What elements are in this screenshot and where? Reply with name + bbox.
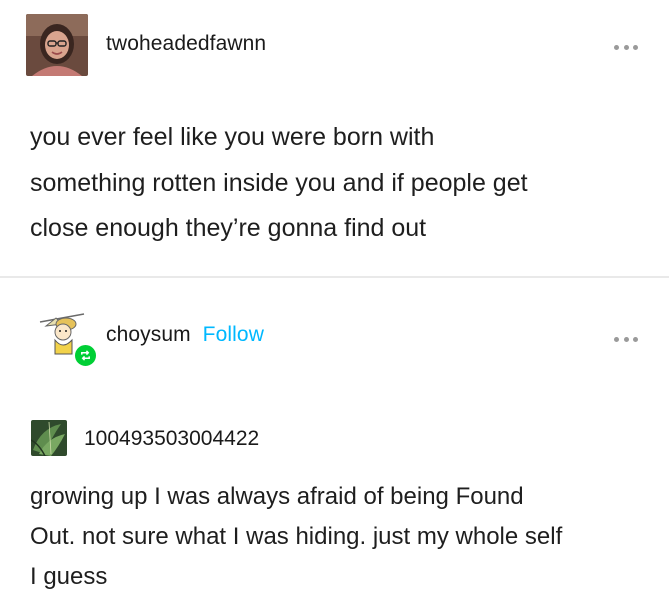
dot: [623, 44, 629, 50]
dot: [633, 44, 638, 50]
comment-author-username[interactable]: 100493503004422: [84, 427, 259, 451]
avatar-100493503004422[interactable]: [31, 420, 67, 456]
reblog-icon: [73, 343, 98, 368]
ellipsis-icon[interactable]: [614, 43, 638, 51]
dot: [623, 336, 629, 342]
post-author-username[interactable]: twoheadedfawnn: [106, 32, 266, 56]
post-body-line-3: close enough they’re gonna find out: [30, 214, 427, 242]
avatar-image: [26, 14, 88, 76]
original-post: twoheadedfawnn you ever feel like you we…: [0, 0, 669, 276]
comment-body-line-3: I guess: [30, 563, 108, 590]
reblog-post: choysum Follow 100493503004422 growing u…: [0, 278, 669, 600]
reblogger-name[interactable]: choysum: [106, 323, 191, 346]
avatar-image: [31, 420, 67, 456]
reblogger-username: choysum Follow: [106, 323, 264, 347]
comment-body-line-2: Out. not sure what I was hiding. just my…: [30, 523, 563, 550]
dot: [614, 336, 619, 342]
ellipsis-icon[interactable]: [614, 335, 638, 343]
reblog-arrows-icon: [81, 350, 90, 361]
avatar-twoheadedfawnn[interactable]: [26, 14, 88, 76]
post-body-line-1: you ever feel like you were born with: [30, 123, 435, 151]
comment-body-line-1: growing up I was always afraid of being …: [30, 483, 524, 510]
post-body-line-2: something rotten inside you and if peopl…: [30, 169, 528, 197]
dot: [614, 44, 619, 50]
dot: [633, 336, 638, 342]
follow-button[interactable]: Follow: [203, 323, 264, 346]
